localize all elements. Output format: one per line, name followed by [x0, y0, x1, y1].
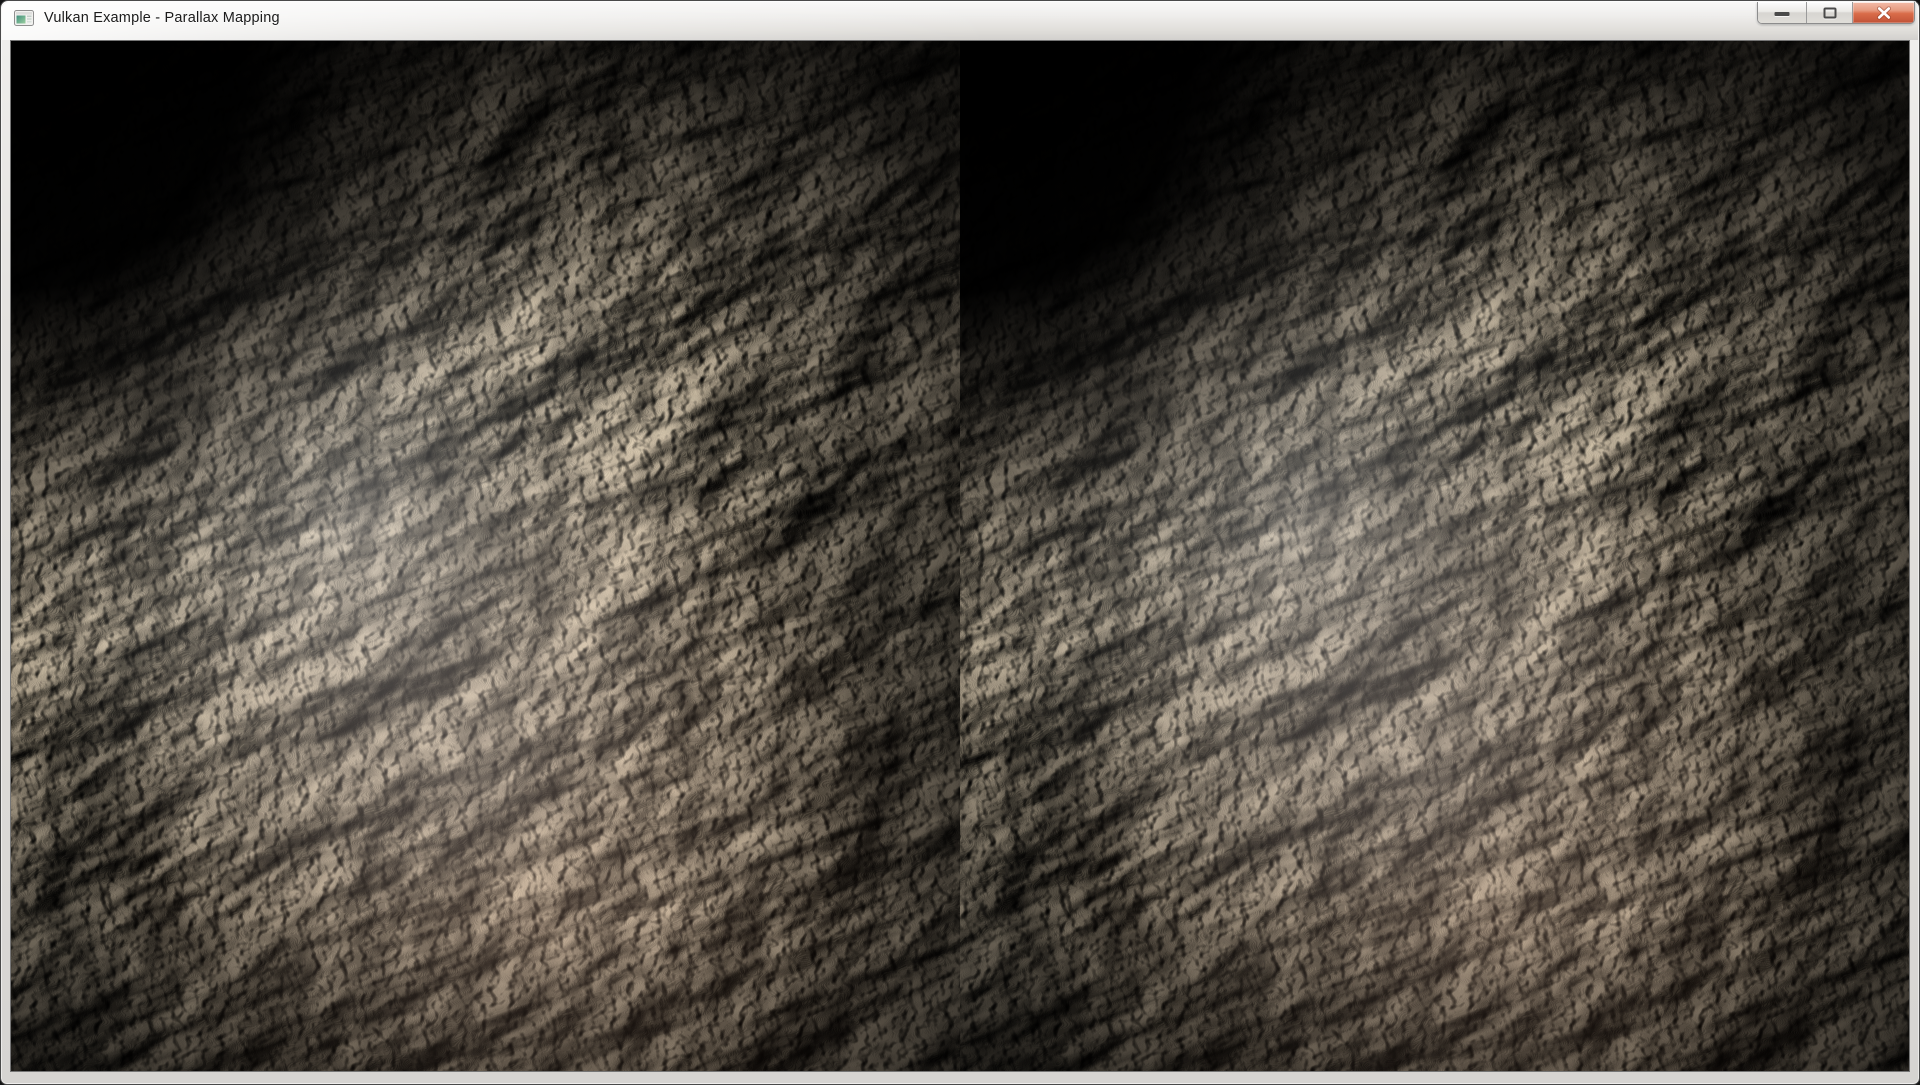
window-controls: [1757, 2, 1915, 24]
render-view-left[interactable]: [11, 41, 960, 1071]
close-icon: [1876, 6, 1892, 19]
app-icon[interactable]: [14, 10, 34, 26]
maximize-button[interactable]: [1806, 2, 1852, 23]
maximize-icon: [1823, 7, 1836, 18]
minimize-button[interactable]: [1758, 2, 1806, 23]
title-bar[interactable]: Vulkan Example - Parallax Mapping: [2, 2, 1918, 40]
minimize-icon: [1775, 12, 1790, 16]
render-viewport: [10, 40, 1910, 1072]
app-window: Vulkan Example - Parallax Mapping: [0, 0, 1920, 1085]
stone-render-left: [11, 41, 960, 1071]
stone-render-right: [960, 41, 1909, 1071]
close-button[interactable]: [1852, 2, 1914, 23]
render-view-right[interactable]: [960, 41, 1909, 1071]
window-title: Vulkan Example - Parallax Mapping: [44, 10, 280, 26]
